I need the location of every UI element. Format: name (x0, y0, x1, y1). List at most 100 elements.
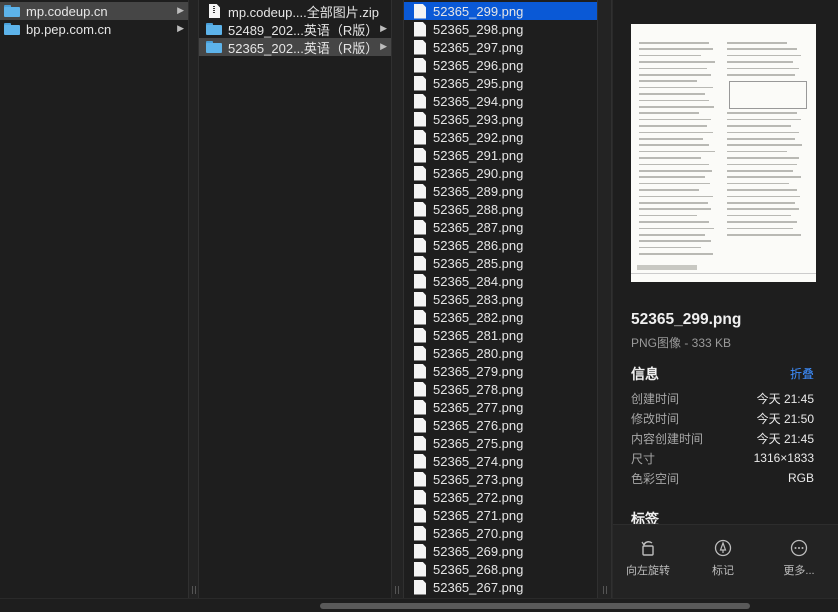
png-file-icon (414, 435, 426, 451)
file-name: 52365_282.png (433, 309, 524, 325)
png-file-icon (414, 255, 426, 271)
file-list-item[interactable]: 52365_293.png (404, 110, 597, 128)
markup-button[interactable]: 标记 (688, 539, 758, 578)
markup-icon (714, 539, 732, 557)
png-file-icon (414, 417, 426, 433)
column-file-list: 52365_299.png 52365_298.png 52365_297.png 5… (404, 0, 597, 598)
file-list-item[interactable]: 52365_298.png (404, 20, 597, 38)
png-file-icon (414, 147, 426, 163)
png-file-icon (414, 489, 426, 505)
file-list-item[interactable]: 52365_267.png (404, 578, 597, 596)
list-item-site-mp[interactable]: mp.codeup.cn ▶ (0, 2, 188, 20)
png-file-icon (414, 111, 426, 127)
file-name: 52365_295.png (433, 75, 524, 91)
png-file-icon (414, 93, 426, 109)
list-item-folder-52489[interactable]: 52489_202...英语（R版） ▶ (199, 20, 391, 38)
horizontal-scrollbar[interactable] (320, 603, 750, 609)
file-list-item[interactable]: 52365_276.png (404, 416, 597, 434)
png-file-icon (414, 561, 426, 577)
column-sites: mp.codeup.cn ▶ bp.pep.com.cn ▶ (0, 0, 188, 598)
column-folder-contents: mp.codeup....全部图片.zip 52489_202...英语（R版）… (199, 0, 391, 598)
file-list-item[interactable]: 52365_282.png (404, 308, 597, 326)
file-name: 52365_269.png (433, 543, 524, 559)
file-list-item[interactable]: 52365_289.png (404, 182, 597, 200)
file-name: 52365_299.png (433, 3, 524, 19)
preview-pane: 52365_299.png PNG图像 - 333 KB 信息 折叠 创建时间 … (612, 0, 838, 598)
png-file-icon (414, 75, 426, 91)
png-file-icon (414, 525, 426, 541)
png-file-icon (414, 471, 426, 487)
png-file-icon (414, 237, 426, 253)
file-list-item[interactable]: 52365_274.png (404, 452, 597, 470)
file-name: 52365_281.png (433, 327, 524, 343)
folder-icon (4, 23, 20, 35)
file-list-item[interactable]: 52365_280.png (404, 344, 597, 362)
file-list-item[interactable]: 52365_296.png (404, 56, 597, 74)
file-list-item[interactable]: 52365_278.png (404, 380, 597, 398)
file-list-item[interactable]: 52365_287.png (404, 218, 597, 236)
column-resize-handle[interactable] (188, 0, 199, 598)
file-list-item[interactable]: 52365_295.png (404, 74, 597, 92)
file-name: 52365_285.png (433, 255, 524, 271)
file-name: 52365_297.png (433, 39, 524, 55)
file-list-item[interactable]: 52365_291.png (404, 146, 597, 164)
chevron-right-icon: ▶ (177, 5, 184, 15)
quick-actions-bar: 向左旋转 标记 更多... (613, 525, 838, 598)
file-list-item[interactable]: 52365_285.png (404, 254, 597, 272)
file-list-item[interactable]: 52365_284.png (404, 272, 597, 290)
item-label: mp.codeup....全部图片.zip (228, 4, 379, 20)
rotate-left-label: 向左旋转 (626, 565, 670, 577)
file-name: 52365_276.png (433, 417, 524, 433)
info-row-created: 创建时间 今天 21:45 (631, 391, 814, 406)
file-list-item[interactable]: 52365_294.png (404, 92, 597, 110)
file-name: 52365_283.png (433, 291, 524, 307)
item-label: bp.pep.com.cn (26, 21, 112, 37)
item-label: mp.codeup.cn (26, 3, 108, 19)
file-name: 52365_284.png (433, 273, 524, 289)
file-list-item[interactable]: 52365_275.png (404, 434, 597, 452)
image-thumbnail[interactable] (631, 24, 816, 282)
column-resize-handle[interactable] (597, 0, 612, 598)
file-list-item[interactable]: 52365_283.png (404, 290, 597, 308)
file-list-item[interactable]: 52365_273.png (404, 470, 597, 488)
file-list-item[interactable]: 52365_279.png (404, 362, 597, 380)
file-name: 52365_280.png (433, 345, 524, 361)
file-name: 52365_286.png (433, 237, 524, 253)
png-file-icon (414, 183, 426, 199)
file-list-item[interactable]: 52365_292.png (404, 128, 597, 146)
file-list-item[interactable]: 52365_268.png (404, 560, 597, 578)
file-name: 52365_270.png (433, 525, 524, 541)
file-list-item[interactable]: 52365_288.png (404, 200, 597, 218)
file-list-item[interactable]: 52365_290.png (404, 164, 597, 182)
file-name: 52365_273.png (433, 471, 524, 487)
file-list-item[interactable]: 52365_277.png (404, 398, 597, 416)
file-name: 52365_290.png (433, 165, 524, 181)
more-button[interactable]: 更多... (764, 539, 834, 578)
file-list-item[interactable]: 52365_270.png (404, 524, 597, 542)
folder-icon (206, 41, 222, 53)
file-list-item[interactable]: 52365_297.png (404, 38, 597, 56)
file-name: 52365_277.png (433, 399, 524, 415)
png-file-icon (414, 327, 426, 343)
file-name: 52365_267.png (433, 579, 524, 595)
file-list-item[interactable]: 52365_271.png (404, 506, 597, 524)
rotate-left-button[interactable]: 向左旋转 (613, 539, 683, 578)
collapse-link[interactable]: 折叠 (790, 365, 814, 382)
item-label: 52365_202...英语（R版） (228, 40, 379, 56)
list-item-site-bp[interactable]: bp.pep.com.cn ▶ (0, 20, 188, 38)
file-name: 52365_292.png (433, 129, 524, 145)
file-list-item[interactable]: 52365_269.png (404, 542, 597, 560)
file-list-item[interactable]: 52365_281.png (404, 326, 597, 344)
png-file-icon (414, 507, 426, 523)
list-item-folder-52365[interactable]: 52365_202...英语（R版） ▶ (199, 38, 391, 56)
file-list-item[interactable]: 52365_272.png (404, 488, 597, 506)
file-list-item[interactable]: 52365_299.png (404, 2, 597, 20)
file-name: 52365_278.png (433, 381, 524, 397)
file-list-item[interactable]: 52365_286.png (404, 236, 597, 254)
column-resize-handle[interactable] (391, 0, 404, 598)
list-item-zip[interactable]: mp.codeup....全部图片.zip (199, 2, 391, 20)
png-file-icon (414, 3, 426, 19)
zip-file-icon (209, 4, 220, 18)
file-name: 52365_289.png (433, 183, 524, 199)
item-label: 52489_202...英语（R版） (228, 22, 379, 38)
